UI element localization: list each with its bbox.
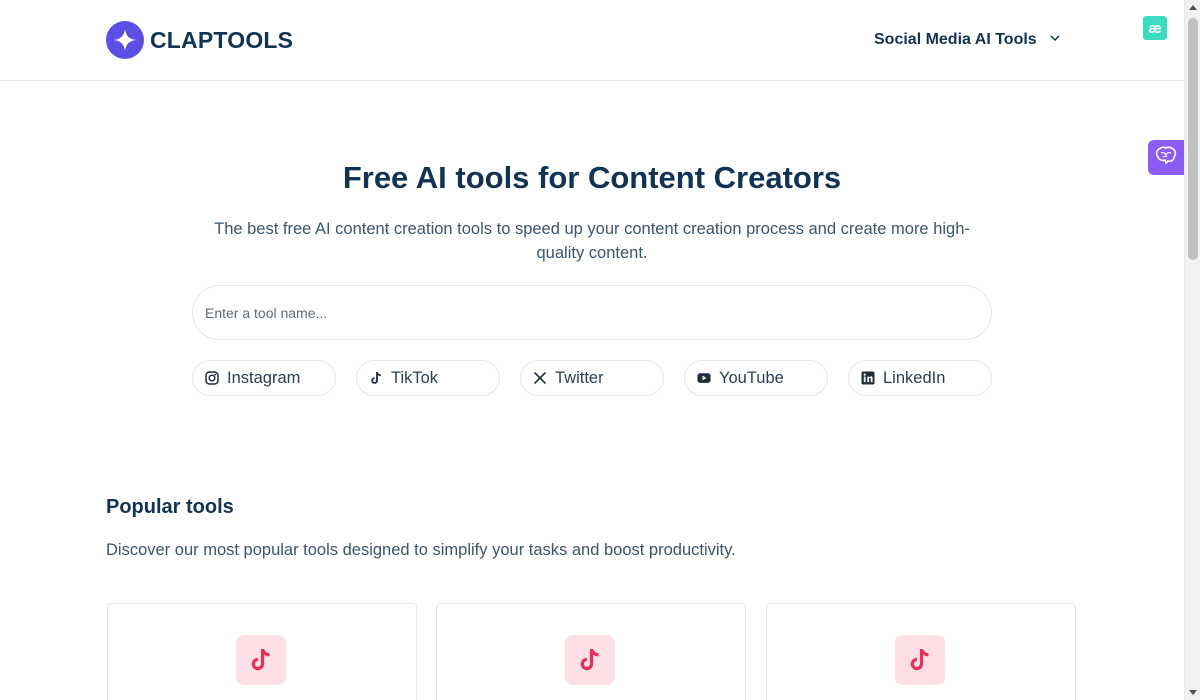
tool-search-input[interactable]: [192, 285, 992, 340]
page-scrollbar[interactable]: [1184, 0, 1200, 700]
brand-logo[interactable]: CLAPTOOLS: [106, 21, 293, 59]
platform-label: TikTok: [391, 368, 439, 387]
platform-label: LinkedIn: [883, 368, 946, 387]
instagram-icon: [205, 371, 219, 385]
tiktok-icon: [369, 371, 383, 385]
x-twitter-icon: [533, 371, 547, 385]
nav-dropdown-label: Social Media AI Tools: [874, 31, 1037, 48]
youtube-icon: [697, 371, 711, 385]
popular-tools-heading: Popular tools: [106, 496, 234, 518]
platform-filter-twitter[interactable]: Twitter: [520, 360, 664, 396]
scroll-up-icon[interactable]: [1189, 5, 1197, 10]
popular-tools-subtitle: Discover our most popular tools designed…: [106, 541, 736, 559]
nav-dropdown-social-media-ai-tools[interactable]: Social Media AI Tools: [874, 30, 1061, 50]
tool-card[interactable]: [107, 603, 417, 700]
extension-badge-icon[interactable]: æ: [1143, 16, 1167, 40]
platform-filter-youtube[interactable]: YouTube: [684, 360, 828, 396]
page-subtitle: The best free AI content creation tools …: [214, 220, 970, 262]
tiktok-icon: [236, 635, 286, 685]
sparkle-icon: [106, 21, 144, 59]
page-title: Free AI tools for Content Creators: [342, 160, 842, 195]
linkedin-icon: [861, 371, 875, 385]
platform-filter-list: Instagram TikTok Twitter YouTube LinkedI…: [192, 360, 992, 396]
platform-filter-linkedin[interactable]: LinkedIn: [848, 360, 992, 396]
platform-label: Instagram: [227, 368, 301, 387]
tiktok-icon: [565, 635, 615, 685]
scroll-thumb[interactable]: [1188, 18, 1198, 260]
scroll-down-icon[interactable]: [1189, 690, 1197, 695]
tiktok-icon: [895, 635, 945, 685]
platform-label: YouTube: [719, 368, 784, 387]
platform-filter-tiktok[interactable]: TikTok: [356, 360, 500, 396]
tool-card[interactable]: [766, 603, 1076, 700]
chevron-down-icon: [1049, 31, 1061, 49]
site-header: CLAPTOOLS Social Media AI Tools æ: [0, 0, 1184, 81]
platform-label: Twitter: [555, 368, 604, 387]
platform-filter-instagram[interactable]: Instagram: [192, 360, 336, 396]
brand-name: CLAPTOOLS: [150, 26, 294, 53]
tool-card[interactable]: [436, 603, 746, 700]
